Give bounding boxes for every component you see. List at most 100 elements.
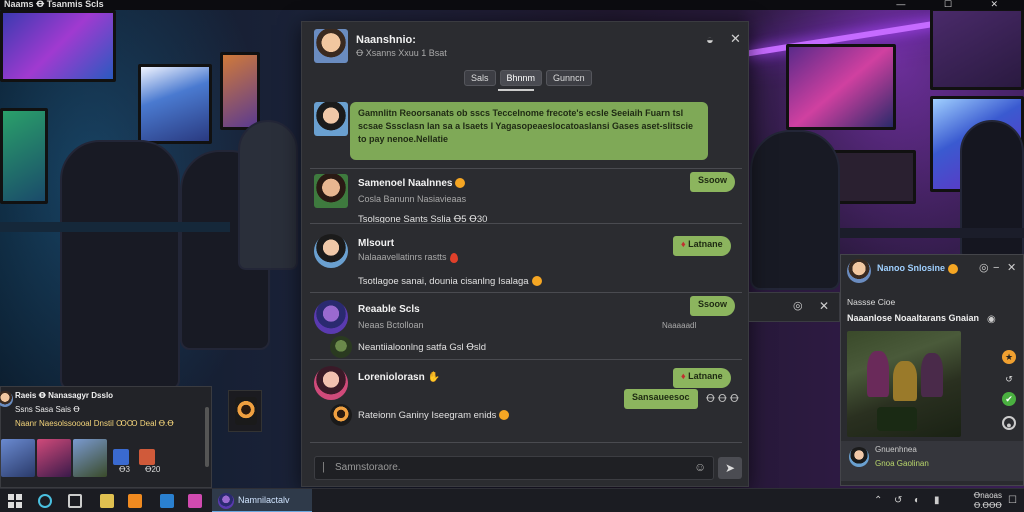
close-icon[interactable]: ✕ xyxy=(730,32,741,46)
system-clock[interactable]: Ꝋnaoas Ꝋ.ꝊꝊꝊ xyxy=(974,491,1002,511)
game-artwork[interactable] xyxy=(847,331,961,437)
reply-button[interactable]: Ssoow xyxy=(690,172,736,192)
reaction-button[interactable]: ♦ Latnane xyxy=(673,236,731,256)
settings-icon[interactable]: ◎ xyxy=(793,299,803,313)
artwork-figure xyxy=(867,351,889,397)
scrollbar[interactable] xyxy=(205,407,209,467)
notification-icon[interactable]: ★ xyxy=(1002,350,1016,364)
contact-avatar[interactable] xyxy=(314,29,348,63)
footer-avatar[interactable] xyxy=(849,447,869,467)
wall-monitor xyxy=(0,108,48,204)
reaction-icon: ♦ xyxy=(681,371,686,381)
divider xyxy=(310,223,742,224)
sender-name: Loreniolorasn ✋ xyxy=(358,372,441,383)
wall-monitor xyxy=(786,44,896,130)
thumbnail[interactable] xyxy=(37,439,71,477)
portrait-frame xyxy=(228,390,262,432)
profile-name: Nanoo Snlosine xyxy=(877,263,959,274)
secondary-window-header: ◎ ✕ xyxy=(748,292,840,322)
thumbnail[interactable] xyxy=(1,439,35,477)
mail-icon[interactable] xyxy=(160,494,174,508)
sender-avatar[interactable] xyxy=(314,300,348,334)
store-icon[interactable] xyxy=(128,494,142,508)
sender-avatar[interactable] xyxy=(314,174,348,208)
wall-monitor xyxy=(220,52,260,130)
sender-subtitle: Neaas Bctolloan xyxy=(358,320,424,330)
close-icon[interactable]: ✕ xyxy=(1007,261,1016,275)
message-item: Loreniolorasn ✋ Rateionn Ganiny Iseegram … xyxy=(310,364,742,446)
minimize-icon[interactable]: − xyxy=(993,261,999,275)
thumbnail[interactable] xyxy=(73,439,107,477)
artwork-figure xyxy=(893,361,917,401)
contact-name[interactable]: Naanshnio: xyxy=(356,34,416,46)
app-title: Naams Ꝋ Tsanmis Scls xyxy=(4,0,104,9)
reply-avatar[interactable] xyxy=(330,404,352,426)
reply-button[interactable]: Ssoow xyxy=(690,296,736,316)
chat-tabs: Sals Bhnnm Gunncn xyxy=(464,70,592,88)
link-icon[interactable]: ↺ xyxy=(1002,372,1016,386)
mini-avatar[interactable] xyxy=(0,391,13,407)
gaming-chair xyxy=(960,120,1024,260)
chat-window: Naanshnio: Ꝋ Xsanns Xxuu 1 Bsat ◒ ✕ Sals… xyxy=(301,21,749,487)
pinned-bubble[interactable]: Gamnlitn Reoorsanats ob sscs Teccelnome … xyxy=(350,102,708,160)
reaction-button[interactable]: ♦ Latnane xyxy=(673,368,731,388)
close-icon[interactable]: ✕ xyxy=(819,299,829,313)
game-thumbnails xyxy=(1,439,201,479)
mini-title: Raeis Ꝋ Nanasagyr Dsslo xyxy=(15,391,114,400)
sender-avatar[interactable] xyxy=(314,234,348,268)
media-icon[interactable] xyxy=(188,494,202,508)
hand-emoji-icon: ✋ xyxy=(427,372,441,383)
battery-icon[interactable]: ▮ xyxy=(934,495,940,506)
thumbnail-small[interactable] xyxy=(113,449,129,465)
status-icon[interactable]: ✔ xyxy=(1002,392,1016,406)
pinned-avatar[interactable] xyxy=(314,102,348,136)
network-icon[interactable]: ↺ xyxy=(894,495,902,506)
emoji-picker-icon[interactable]: ☺ xyxy=(694,460,706,474)
extra-timestamp: Ꝋ Ꝋ Ꝋ xyxy=(706,393,739,405)
divider xyxy=(310,442,742,443)
message-composer: Samnstoraore. | ☺ ➤ xyxy=(310,454,742,482)
message-item: Reaable Scls Neaas Bctolloan Naaaaadl Ne… xyxy=(310,296,742,360)
options-icon[interactable]: ● xyxy=(1002,416,1016,430)
folder-icon[interactable] xyxy=(100,494,114,508)
mini-chat-window: Raeis Ꝋ Nanasagyr Dsslo Ssns Sasa Sais Ꝋ… xyxy=(0,386,212,488)
settings-icon[interactable]: ◒ xyxy=(706,33,714,47)
desk xyxy=(840,228,1024,238)
sender-subtitle: Nalaaavellatinrs rastts xyxy=(358,252,458,263)
browser-icon[interactable] xyxy=(38,494,52,508)
task-view-icon[interactable] xyxy=(68,494,82,508)
sender-name: Reaable Scls xyxy=(358,304,420,315)
sender-subtitle: Cosla Banunn Nasiavieaas xyxy=(358,194,467,204)
portrait-image xyxy=(235,397,257,425)
volume-icon[interactable]: ◐ xyxy=(914,495,920,506)
tab-bhnnm[interactable]: Bhnnm xyxy=(499,70,543,86)
smile-emoji-icon xyxy=(948,263,959,274)
sender-name: Samenoel Naalnnes xyxy=(358,178,466,189)
notifications-icon[interactable]: ☐ xyxy=(1008,495,1017,506)
profile-avatar[interactable] xyxy=(847,259,871,283)
fire-emoji-icon xyxy=(449,252,458,263)
thumbnail-count: Ꝋ3 xyxy=(119,465,130,474)
tray-up-icon[interactable]: ⌃ xyxy=(874,495,882,506)
smile-emoji-icon xyxy=(499,410,510,421)
gaming-chair xyxy=(238,120,298,270)
thumbnail-small[interactable] xyxy=(139,449,155,465)
profile-activity: Naaanlose Noaaltarans Gnaian xyxy=(847,313,980,323)
tab-sals[interactable]: Sals xyxy=(464,70,496,86)
status-chip[interactable]: Sansaueesoc xyxy=(624,389,698,409)
window-controls[interactable]: — ☐ ✕ xyxy=(896,0,1016,10)
taskbar-app-label: Namnilactalv xyxy=(238,495,290,505)
sender-avatar[interactable] xyxy=(314,366,348,400)
contact-status: Ꝋ Xsanns Xxuu 1 Bsat xyxy=(356,48,447,58)
start-icon[interactable] xyxy=(8,494,22,508)
divider xyxy=(310,292,742,293)
reply-avatar[interactable] xyxy=(330,336,352,358)
taskbar-active-app[interactable]: Namnilactalv xyxy=(212,489,312,512)
tab-gunncn[interactable]: Gunncn xyxy=(546,70,592,86)
message-input[interactable]: Samnstoraore. xyxy=(314,456,714,480)
divider xyxy=(310,168,742,169)
reaction-icon: ♦ xyxy=(681,239,686,249)
eye-icon[interactable]: ◉ xyxy=(987,313,996,327)
settings-icon[interactable]: ◎ xyxy=(979,261,989,275)
send-button[interactable]: ➤ xyxy=(718,457,742,479)
